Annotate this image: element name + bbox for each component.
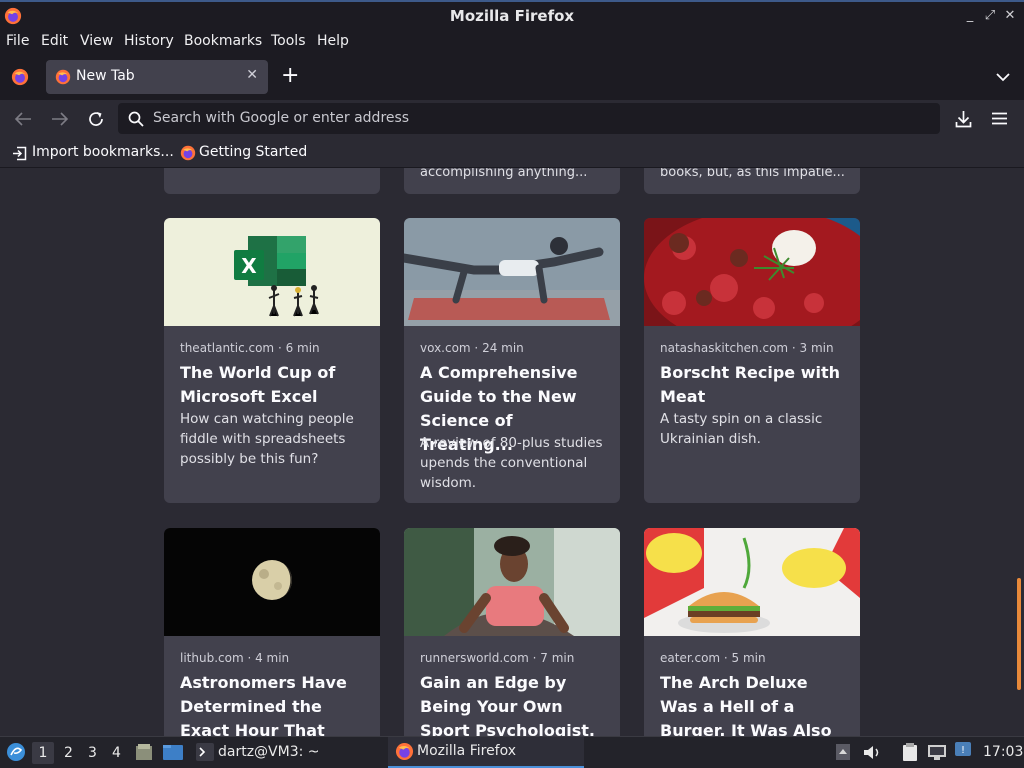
address-bar[interactable]: Search with Google or enter address [118, 103, 940, 134]
story-source: theatlantic.com · 6 min [180, 341, 320, 355]
story-image-burger [644, 528, 860, 636]
story-source: runnersworld.com · 7 min [420, 651, 575, 665]
notification-icon[interactable]: ! [954, 741, 972, 761]
clock: 17:03 [983, 744, 1024, 760]
menu-file[interactable]: File [6, 33, 29, 49]
taskbar-firefox-label: Mozilla Firefox [417, 743, 517, 759]
story-title: Gain an Edge by Being Your Own Sport Psy… [420, 673, 596, 736]
story-image-moon [164, 528, 380, 636]
navigation-toolbar: Search with Google or enter address [0, 100, 1024, 138]
story-title: Borscht Recipe with Meat [660, 363, 841, 406]
download-icon[interactable] [955, 110, 972, 128]
workspace-3[interactable]: 3 [88, 745, 97, 761]
reload-icon[interactable] [87, 110, 105, 128]
bookmarks-toolbar: Import bookmarks... Getting Started [0, 138, 1024, 168]
firefox-taskbar-icon [395, 742, 414, 761]
tab-new-tab[interactable]: New Tab ✕ [46, 60, 268, 94]
minimize-button[interactable]: _ [962, 8, 978, 23]
maximize-button[interactable]: ⤢ [982, 8, 998, 23]
story-image-borscht [644, 218, 860, 326]
scrollbar-thumb[interactable] [1017, 578, 1021, 690]
story-source: eater.com · 5 min [660, 651, 766, 665]
search-icon [128, 111, 144, 127]
menu-bar: File Edit View History Bookmarks Tools H… [0, 30, 1024, 54]
system-taskbar: 1 2 3 4 dartz@VM3: ~ Mozilla Firefox ! 1… [0, 736, 1024, 768]
new-tab-page: accomplishing anything... books, but, as… [0, 168, 1024, 736]
close-tab-button[interactable]: ✕ [246, 67, 258, 83]
bookmark-import[interactable]: Import bookmarks... [32, 144, 174, 160]
tray-up-icon[interactable] [835, 743, 851, 761]
story-card[interactable]: vox.com · 24 min A Comprehensive Guide t… [404, 218, 620, 503]
back-arrow-icon[interactable] [14, 111, 32, 127]
story-source: natashaskitchen.com · 3 min [660, 341, 834, 355]
story-card[interactable]: lithub.com · 4 min Astronomers Have Dete… [164, 528, 380, 736]
story-desc: accomplishing anything... [420, 168, 588, 180]
menu-edit[interactable]: Edit [41, 33, 68, 49]
hamburger-menu-icon[interactable] [992, 112, 1007, 125]
story-card[interactable]: X theatlantic.com · 6 min The World Cup … [164, 218, 380, 503]
workspace-1[interactable]: 1 [32, 742, 54, 764]
menu-tools[interactable]: Tools [271, 33, 306, 49]
story-card-partial[interactable]: books, but, as this impatie... [644, 168, 860, 194]
story-source: lithub.com · 4 min [180, 651, 290, 665]
import-icon [13, 146, 27, 161]
bookmark-getting-started[interactable]: Getting Started [199, 144, 307, 160]
folder-icon[interactable] [162, 742, 184, 762]
window-title: Mozilla Firefox [449, 7, 575, 25]
firefox-bookmark-icon [180, 145, 196, 161]
terminal-icon [196, 743, 214, 761]
taskbar-firefox-item[interactable]: Mozilla Firefox [388, 737, 584, 768]
story-image-yoga [404, 218, 620, 326]
svg-text:X: X [241, 254, 257, 278]
story-image-excel: X [164, 218, 380, 326]
story-desc: A tasty spin on a classic Ukrainian dish… [660, 411, 823, 447]
file-manager-icon[interactable] [134, 742, 154, 762]
story-card[interactable]: runnersworld.com · 7 min Gain an Edge by… [404, 528, 620, 736]
story-desc: How can watching people fiddle with spre… [180, 411, 354, 467]
menu-history[interactable]: History [124, 33, 174, 49]
firefox-tab-icon [55, 69, 71, 85]
story-title: The Arch Deluxe Was a Hell of a Burger. … [660, 673, 832, 736]
story-desc: A review of 80-plus studies upends the c… [420, 435, 603, 491]
new-tab-button[interactable]: + [281, 63, 299, 88]
tab-title: New Tab [76, 68, 135, 84]
story-image-runner [404, 528, 620, 636]
close-window-button[interactable]: ✕ [1002, 8, 1018, 23]
start-menu-icon[interactable] [6, 742, 26, 762]
menu-bookmarks[interactable]: Bookmarks [184, 33, 262, 49]
firefox-view-icon[interactable] [11, 68, 29, 86]
story-card[interactable]: natashaskitchen.com · 3 min Borscht Reci… [644, 218, 860, 503]
window-titlebar: Mozilla Firefox _ ⤢ ✕ [0, 0, 1024, 30]
tab-bar: New Tab ✕ + [0, 54, 1024, 100]
story-source: vox.com · 24 min [420, 341, 524, 355]
forward-arrow-icon[interactable] [51, 111, 69, 127]
chevron-down-icon[interactable] [996, 72, 1010, 82]
workspace-4[interactable]: 4 [112, 745, 121, 761]
story-card[interactable]: eater.com · 5 min The Arch Deluxe Was a … [644, 528, 860, 736]
menu-help[interactable]: Help [317, 33, 349, 49]
svg-text:!: ! [961, 745, 965, 756]
story-title: Astronomers Have Determined the Exact Ho… [180, 673, 347, 736]
address-placeholder: Search with Google or enter address [153, 110, 410, 126]
workspace-2[interactable]: 2 [64, 745, 73, 761]
clipboard-icon[interactable] [900, 742, 920, 762]
story-card-partial[interactable] [164, 168, 380, 194]
story-desc: books, but, as this impatie... [660, 168, 845, 180]
story-card-partial[interactable]: accomplishing anything... [404, 168, 620, 194]
network-icon[interactable] [927, 743, 947, 761]
volume-icon[interactable] [862, 744, 882, 761]
taskbar-terminal[interactable]: dartz@VM3: ~ [218, 744, 320, 760]
menu-view[interactable]: View [80, 33, 113, 49]
story-title: The World Cup of Microsoft Excel [180, 363, 336, 406]
